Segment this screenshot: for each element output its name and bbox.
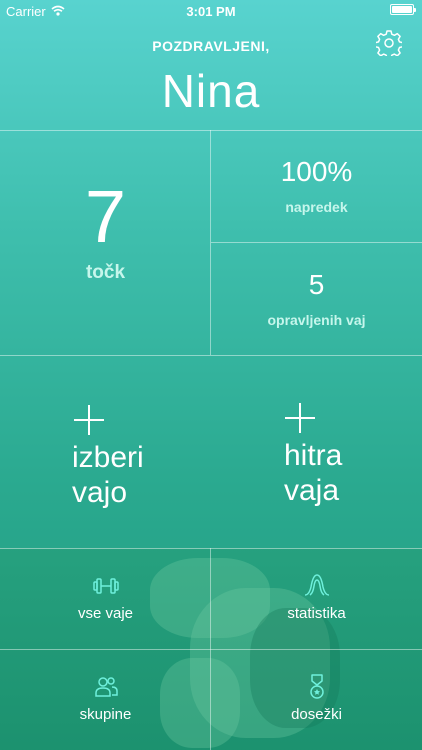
progress-value: 100% <box>280 156 353 187</box>
quick-exercise-button[interactable]: hitra vaja <box>211 355 422 547</box>
choose-exercise-button[interactable]: izberi vajo <box>0 355 211 547</box>
progress-tile: 100% napredek <box>211 130 422 242</box>
quick-exercise-label: hitra vaja <box>284 439 343 507</box>
completed-label: opravljenih vaj <box>267 312 366 328</box>
medal-icon <box>304 674 330 700</box>
plus-icon <box>285 403 315 433</box>
plus-icon <box>74 405 104 435</box>
groups-icon <box>93 674 119 700</box>
nav-statistics[interactable]: statistika <box>211 549 422 650</box>
completed-tile: 5 opravljenih vaj <box>211 243 422 355</box>
progress-label: napredek <box>285 199 348 215</box>
statistics-icon <box>304 573 330 599</box>
nav-groups-label: skupine <box>79 706 132 723</box>
status-bar: Carrier 3:01 PM <box>0 0 422 22</box>
greeting-text: POZDRAVLJENI, <box>152 38 270 54</box>
clock: 3:01 PM <box>186 4 236 19</box>
header: POZDRAVLJENI, Nina <box>0 22 422 130</box>
nav-all-exercises-label: vse vaje <box>77 605 134 622</box>
nav-achievements-label: dosežki <box>291 706 342 723</box>
battery-icon <box>390 4 416 15</box>
settings-gear-icon[interactable] <box>374 30 404 60</box>
points-tile: 7 točk <box>0 130 211 355</box>
user-name: Nina <box>161 65 261 117</box>
nav-groups[interactable]: skupine <box>0 650 211 750</box>
nav-statistics-label: statistika <box>287 605 346 622</box>
nav-achievements[interactable]: dosežki <box>211 650 422 750</box>
choose-exercise-label: izberi vajo <box>72 441 144 509</box>
completed-value: 5 <box>308 269 325 300</box>
points-value: 7 <box>84 175 127 258</box>
nav-all-exercises[interactable]: vse vaje <box>0 549 211 650</box>
dumbbell-icon <box>93 573 119 599</box>
points-label: točk <box>85 262 126 283</box>
